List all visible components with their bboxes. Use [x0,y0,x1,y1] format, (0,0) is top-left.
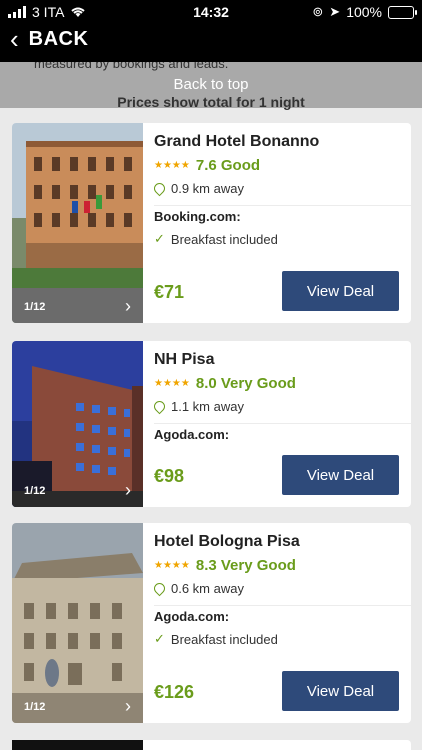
chevron-right-icon[interactable]: › [125,296,131,317]
chevron-right-icon[interactable]: › [125,480,131,501]
divider [154,423,411,424]
hotel-price: €98 [154,466,185,486]
battery-percent: 100% [346,4,382,20]
rotation-lock-icon: ⊚ [312,4,324,19]
location-pin-icon [151,580,168,597]
hotel-price: €126 [154,682,195,702]
chevron-left-icon: ‹ [10,24,19,54]
hotel-name[interactable]: Grand Hotel Bonanno [154,133,319,151]
back-label: BACK [28,27,89,50]
star-rating-icon: ★★★★ [154,160,190,171]
hotel-distance: 1.1 km away [151,398,244,415]
back-to-top-link[interactable]: Back to top [0,76,422,93]
next-hotel-card-peek[interactable] [12,740,411,750]
divider [154,605,411,606]
star-rating-icon: ★★★★ [154,378,190,389]
amenity: ✓ Breakfast included [154,231,278,247]
hotel-distance: 0.9 km away [151,180,244,197]
hotel-distance: 0.6 km away [151,580,244,597]
battery-icon [388,5,417,19]
provider-name: Booking.com: [154,209,241,224]
hotel-photo-image [12,341,143,507]
location-pin-icon [151,398,168,415]
photo-counter: 1/12 [24,485,46,497]
view-deal-button[interactable]: View Deal [282,671,399,711]
top-bar: 3 ITA 14:32 ⊚ ➤ 100% ‹ BACK [0,0,422,62]
review-score: 8.3 Very Good [195,557,296,574]
price-note: Prices show total for 1 night [117,94,305,110]
hotel-photo[interactable]: 1/12 › [12,123,143,323]
hotel-photo-image [12,123,143,323]
hotel-rating: ★★★★ 8.3 Very Good [154,557,296,574]
hotel-rating: ★★★★ 7.6 Good [154,157,260,174]
photo-counter: 1/12 [24,701,46,713]
amenity-label: Breakfast included [170,631,278,647]
location-icon: ➤ [329,4,341,19]
location-pin-icon [151,180,168,197]
checkmark-icon: ✓ [154,631,165,646]
back-button[interactable]: ‹ BACK [10,26,88,52]
distance-label: 1.1 km away [171,399,244,414]
hotel-price: €71 [154,282,185,302]
chevron-right-icon[interactable]: › [125,696,131,717]
review-score: 7.6 Good [195,157,261,174]
provider-name: Agoda.com: [154,609,230,624]
hotel-photo[interactable]: 1/12 › [12,523,143,723]
photo-counter: 1/12 [24,301,46,313]
hotel-photo-image [12,523,143,723]
hotel-name[interactable]: Hotel Bologna Pisa [154,533,300,551]
view-deal-button[interactable]: View Deal [282,455,399,495]
hotel-card[interactable]: 1/12 › Hotel Bologna Pisa ★★★★ 8.3 Very … [12,523,411,723]
hotel-rating: ★★★★ 8.0 Very Good [154,375,296,392]
star-rating-icon: ★★★★ [154,560,190,571]
status-bar: 3 ITA 14:32 ⊚ ➤ 100% [0,0,422,24]
hotel-name[interactable]: NH Pisa [154,351,214,369]
checkmark-icon: ✓ [154,231,165,246]
distance-label: 0.9 km away [171,181,244,196]
provider-name: Agoda.com: [154,427,230,442]
hotel-card[interactable]: 1/12 › Grand Hotel Bonanno ★★★★ 7.6 Good… [12,123,411,323]
amenity-label: Breakfast included [170,231,278,247]
review-score: 8.0 Very Good [195,375,296,392]
view-deal-button[interactable]: View Deal [282,271,399,311]
divider [154,205,411,206]
hotel-card[interactable]: 1/12 › NH Pisa ★★★★ 8.0 Very Good 1.1 km… [12,341,411,507]
hotel-photo[interactable]: 1/12 › [12,341,143,507]
distance-label: 0.6 km away [171,581,244,596]
amenity: ✓ Breakfast included [154,631,278,647]
